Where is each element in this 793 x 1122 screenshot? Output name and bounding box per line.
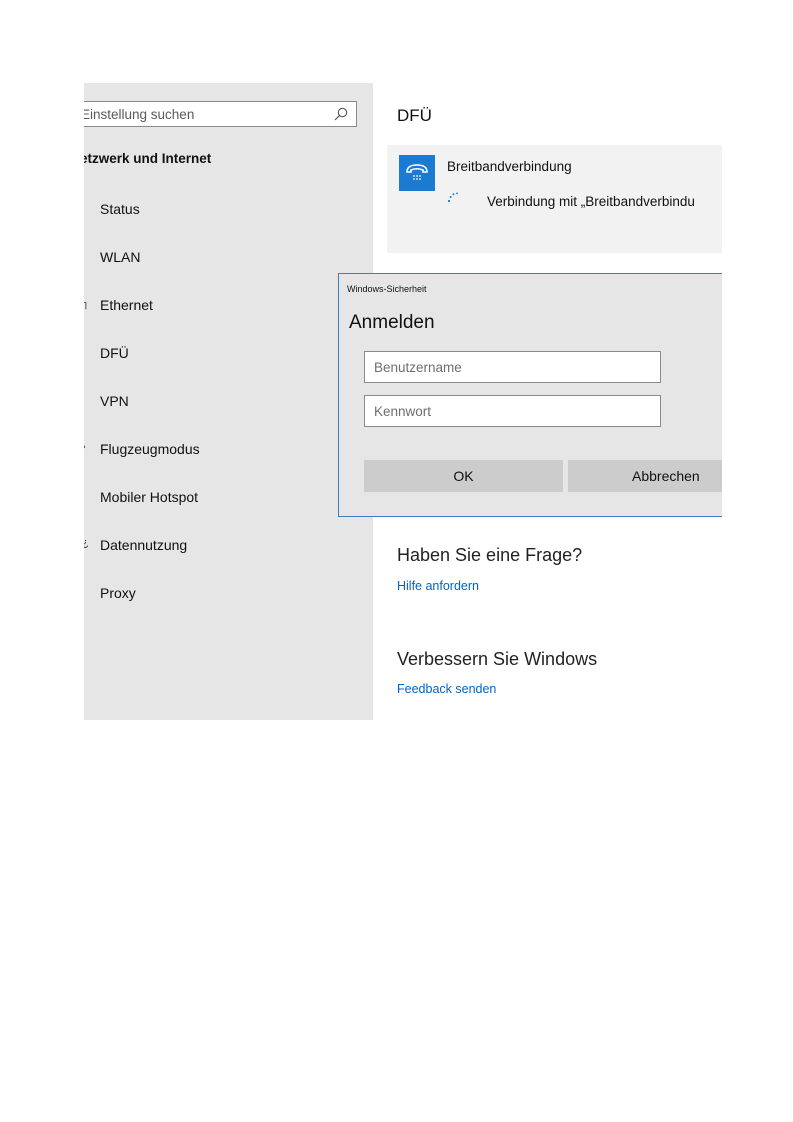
proxy-icon: ʼ (84, 585, 89, 597)
connection-card[interactable]: Breitbandverbindung Verbindung mit „Brei… (387, 145, 722, 253)
status-icon: ʼ (84, 201, 89, 213)
sidebar-item-label: Status (100, 201, 140, 217)
sidebar-item-wlan[interactable]: ¦ WLAN (84, 237, 373, 277)
spinner-icon (447, 192, 458, 203)
ethernet-icon: ┐ (84, 297, 90, 309)
data-usage-icon: ¿ (84, 537, 89, 549)
sidebar-item-dfue[interactable]: ʼ DFÜ (84, 333, 373, 373)
sidebar-item-proxy[interactable]: ʼ Proxy (84, 573, 373, 613)
search-input[interactable]: Einstellung suchen (84, 107, 194, 122)
windows-security-dialog: Windows-Sicherheit Anmelden OK Abbrechen (338, 273, 722, 517)
sidebar-item-label: Datennutzung (100, 537, 188, 553)
sidebar-item-status[interactable]: ʼ Status (84, 189, 373, 229)
ok-button[interactable]: OK (364, 460, 563, 492)
sidebar-item-mobiler-hotspot[interactable]: ʼ Mobiler Hotspot (84, 477, 373, 517)
search-box[interactable]: Einstellung suchen (84, 101, 357, 127)
dialog-title: Anmelden (349, 312, 435, 333)
cancel-button-label: Abbrechen (632, 468, 700, 484)
feedback-link[interactable]: Feedback senden (397, 682, 496, 696)
cancel-button[interactable]: Abbrechen (568, 460, 722, 492)
sidebar-item-label: VPN (100, 393, 129, 409)
hotspot-icon: ʼ (84, 489, 89, 501)
search-icon[interactable] (334, 107, 348, 121)
sidebar-item-label: Proxy (100, 585, 136, 601)
page-title: DFÜ (397, 106, 432, 125)
sidebar-item-label: Ethernet (100, 297, 153, 313)
settings-window: Einstellung suchen etzwerk und Internet … (84, 83, 722, 720)
help-link[interactable]: Hilfe anfordern (397, 579, 479, 593)
sidebar-item-datennutzung[interactable]: ¿ Datennutzung (84, 525, 373, 565)
wlan-icon: ¦ (84, 249, 89, 261)
sidebar-item-vpn[interactable]: ʼ VPN (84, 381, 373, 421)
improve-heading: Verbessern Sie Windows (397, 649, 598, 669)
dialup-connection-icon (399, 155, 435, 191)
sidebar-item-label: WLAN (100, 249, 141, 265)
username-input[interactable] (365, 352, 660, 382)
dialup-icon: ʼ (84, 345, 89, 357)
sidebar-item-flugzeugmodus[interactable]: › Flugzeugmodus (84, 429, 373, 469)
airplane-icon: › (84, 441, 89, 453)
nav-section-header: etzwerk und Internet (84, 151, 212, 166)
password-input[interactable] (365, 396, 660, 426)
question-heading: Haben Sie eine Frage? (397, 545, 583, 565)
sidebar-item-label: Flugzeugmodus (100, 441, 200, 457)
password-field[interactable] (364, 395, 661, 427)
username-field[interactable] (364, 351, 661, 383)
dialog-caption: Windows-Sicherheit (347, 284, 427, 294)
sidebar-item-ethernet[interactable]: ┐ Ethernet (84, 285, 373, 325)
connection-status: Verbindung mit „Breitbandverbindu (487, 194, 695, 209)
sidebar: Einstellung suchen etzwerk und Internet … (84, 83, 373, 720)
sidebar-item-label: DFÜ (100, 345, 129, 361)
sidebar-item-label: Mobiler Hotspot (100, 489, 199, 505)
vpn-icon: ʼ (84, 393, 89, 405)
connection-name: Breitbandverbindung (447, 159, 572, 174)
